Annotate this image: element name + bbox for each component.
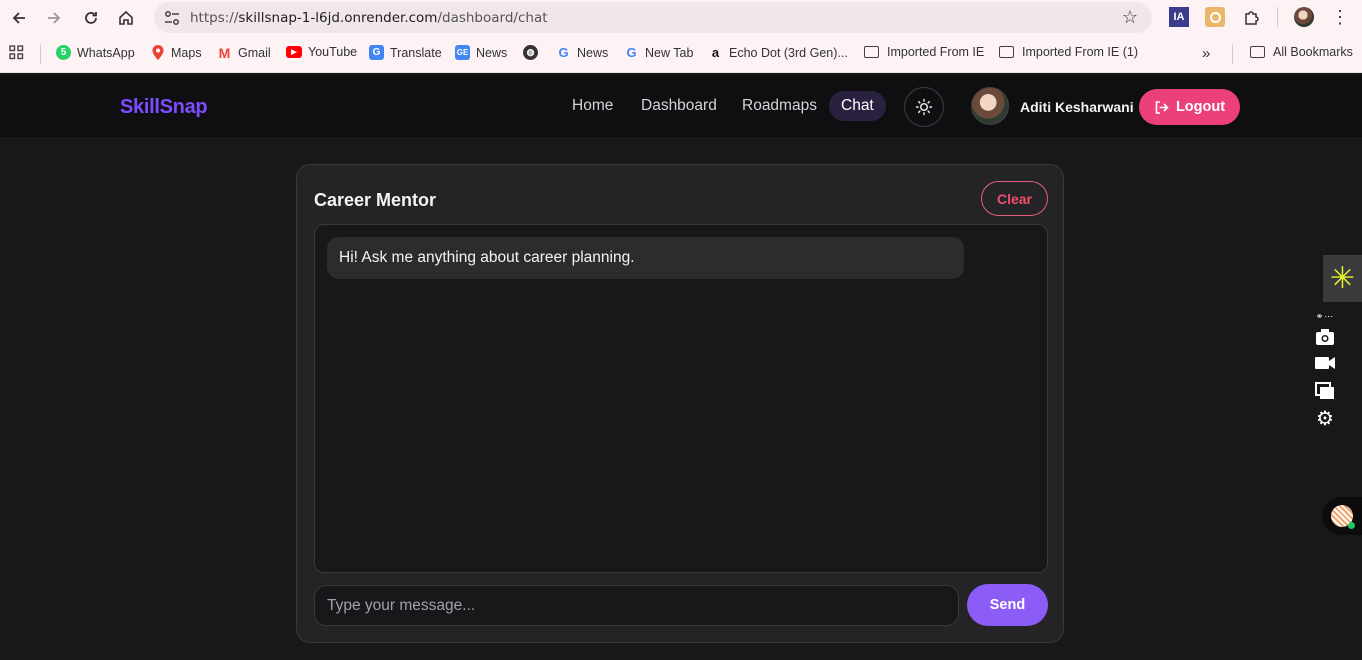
forward-arrow-icon[interactable]	[41, 5, 67, 31]
logout-button[interactable]: Logout	[1139, 89, 1240, 125]
google-icon: G	[626, 45, 637, 60]
theme-toggle-button[interactable]	[904, 87, 944, 127]
chat-card: Career Mentor Clear Hi! Ask me anything …	[296, 164, 1064, 643]
amazon-icon: a	[711, 45, 720, 60]
bookmark-imported-ie-1[interactable]: Imported From IE (1)	[999, 45, 1138, 59]
bookmark-star-icon[interactable]: ☆	[1122, 7, 1138, 28]
bookmarks-divider	[1232, 44, 1233, 64]
bookmark-label: News	[476, 45, 508, 60]
globe-icon: ◍	[523, 45, 538, 60]
chat-title: Career Mentor	[314, 190, 437, 210]
ia-extension-icon[interactable]: IA	[1169, 7, 1189, 27]
toolbar-divider	[1277, 7, 1278, 27]
bookmark-google-news[interactable]: G News	[556, 45, 608, 60]
bookmark-maps[interactable]: Maps	[150, 45, 202, 60]
nav-home[interactable]: Home	[572, 97, 613, 115]
bookmark-label: WhatsApp	[77, 45, 135, 60]
bookmark-whatsapp[interactable]: 5 WhatsApp	[56, 45, 135, 60]
reload-icon[interactable]	[78, 5, 104, 31]
bookmark-label: Imported From IE (1)	[1022, 45, 1138, 59]
folder-icon	[1250, 46, 1265, 58]
bookmark-youtube[interactable]: ▶ YouTube	[286, 45, 357, 59]
coin-extension-icon[interactable]	[1205, 7, 1225, 27]
bookmark-new-tab[interactable]: G New Tab	[624, 45, 693, 60]
translate-icon: G	[369, 45, 384, 60]
browser-menu-icon[interactable]: ⋮	[1330, 7, 1350, 27]
bookmark-label: Imported From IE	[887, 45, 985, 59]
gmail-icon: M	[218, 44, 231, 61]
bookmarks-overflow-button[interactable]: »	[1202, 45, 1210, 62]
gear-icon[interactable]: ⚙	[1314, 407, 1336, 430]
bookmark-label: Translate	[390, 45, 442, 60]
google-icon: G	[558, 45, 569, 60]
bookmark-label: Echo Dot (3rd Gen)...	[729, 45, 848, 60]
nav-chat[interactable]: Chat	[829, 91, 886, 121]
bookmark-imported-ie[interactable]: Imported From IE	[864, 45, 984, 59]
folder-icon	[999, 46, 1014, 58]
camera-icon[interactable]	[1314, 326, 1336, 348]
send-button[interactable]: Send	[967, 584, 1048, 626]
all-bookmarks-label: All Bookmarks	[1273, 45, 1353, 59]
assistant-launcher-icon[interactable]	[1322, 497, 1362, 535]
site-settings-icon[interactable]	[163, 9, 181, 27]
address-bar[interactable]: https://skillsnap-1-l6jd.onrender.com/da…	[154, 2, 1152, 33]
clear-button[interactable]: Clear	[981, 181, 1048, 216]
bookmark-label: YouTube	[308, 45, 358, 59]
bookmark-gmail[interactable]: M Gmail	[217, 44, 271, 61]
video-camera-icon[interactable]	[1314, 352, 1336, 374]
bookmark-label: New Tab	[645, 45, 694, 60]
profile-avatar-icon[interactable]	[1294, 7, 1314, 27]
app-navbar: SkillSnap Home Dashboard Roadmaps Chat A…	[0, 75, 1362, 139]
avatar[interactable]	[971, 87, 1009, 125]
apps-grid-icon[interactable]	[9, 45, 24, 60]
extensions-puzzle-icon[interactable]	[1241, 7, 1261, 27]
bookmark-label: Gmail	[238, 45, 271, 60]
url-text: https://skillsnap-1-l6jd.onrender.com/da…	[190, 10, 548, 26]
bookmarks-bar: 5 WhatsApp Maps M Gmail ▶ YouTube G Tran…	[0, 35, 1362, 73]
bookmark-news[interactable]: GE News	[455, 45, 507, 60]
message-input[interactable]	[314, 585, 959, 626]
folder-icon	[864, 46, 879, 58]
maps-icon	[150, 45, 165, 60]
home-icon[interactable]	[113, 5, 139, 31]
google-news-icon: GE	[455, 45, 470, 60]
sun-icon	[915, 98, 933, 116]
bookmark-translate[interactable]: G Translate	[369, 45, 442, 60]
back-arrow-icon[interactable]	[6, 5, 32, 31]
bookmark-label: Maps	[171, 45, 202, 60]
bookmark-globe[interactable]: ◍	[523, 45, 544, 60]
message-list[interactable]: Hi! Ask me anything about career plannin…	[314, 224, 1048, 573]
brand-logo[interactable]: SkillSnap	[120, 96, 208, 119]
bookmark-echo-dot[interactable]: a Echo Dot (3rd Gen)...	[708, 45, 848, 60]
more-dots-icon[interactable]: ⚭⋯	[1314, 310, 1336, 322]
assistant-message: Hi! Ask me anything about career plannin…	[327, 237, 964, 279]
youtube-icon: ▶	[286, 46, 302, 58]
whatsapp-icon: 5	[56, 45, 71, 60]
nav-roadmaps[interactable]: Roadmaps	[742, 97, 817, 115]
copy-windows-icon[interactable]	[1314, 380, 1336, 402]
bookmark-label: News	[577, 45, 609, 60]
nav-dashboard[interactable]: Dashboard	[641, 97, 717, 115]
asterisk-extension-icon[interactable]: ✳	[1323, 255, 1362, 302]
user-name: Aditi Kesharwani	[1020, 99, 1134, 115]
logout-icon	[1155, 100, 1169, 114]
browser-toolbar: https://skillsnap-1-l6jd.onrender.com/da…	[0, 0, 1362, 35]
bookmarks-divider	[40, 44, 41, 64]
all-bookmarks-button[interactable]: All Bookmarks	[1250, 45, 1353, 59]
logout-label: Logout	[1175, 99, 1226, 115]
